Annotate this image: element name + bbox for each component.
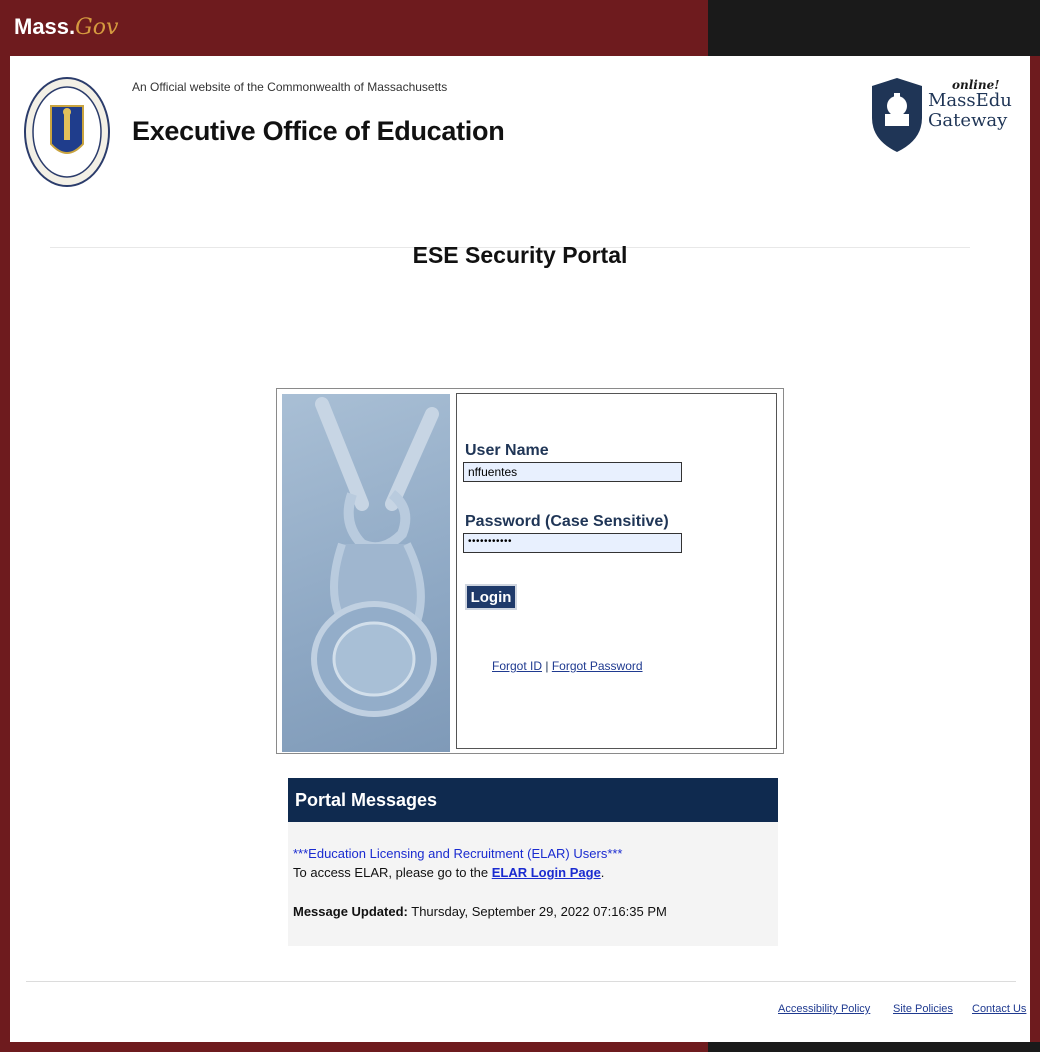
forgot-links: Forgot ID | Forgot Password (492, 659, 643, 673)
forgot-password-link[interactable]: Forgot Password (552, 659, 643, 673)
mass-gov-logo[interactable]: Mass.Gov (14, 14, 118, 40)
message-updated-label: Message Updated: (293, 904, 408, 919)
commonwealth-seal-icon (24, 77, 110, 187)
portal-messages-heading: Portal Messages (288, 778, 778, 822)
gateway-name-line1: MassEdu (928, 90, 1012, 111)
capitol-shield-icon (872, 78, 922, 152)
agency-title: Executive Office of Education (132, 116, 505, 146)
username-input[interactable]: nffuentes (463, 462, 682, 482)
password-input[interactable]: ••••••••••• (463, 533, 682, 553)
message-updated: Message Updated: Thursday, September 29,… (293, 904, 667, 919)
bottom-maroon (0, 1042, 708, 1052)
login-form: User Name nffuentes Password (Case Sensi… (456, 393, 777, 749)
accessibility-policy-link[interactable]: Accessibility Policy (778, 1003, 870, 1015)
elar-users-notice: ***Education Licensing and Recruitment (… (293, 846, 623, 861)
logo-gov-text: Gov (75, 15, 119, 40)
site-policies-link[interactable]: Site Policies (893, 1003, 953, 1015)
footer-divider (26, 981, 1016, 982)
padlock-icon (311, 397, 439, 717)
password-label: Password (Case Sensitive) (465, 513, 669, 530)
left-border (0, 56, 10, 1042)
masthead-dark (708, 0, 1040, 56)
elar-login-link[interactable]: ELAR Login Page (492, 865, 601, 880)
official-website-notice: An Official website of the Commonwealth … (132, 80, 448, 94)
elar-access-prefix: To access ELAR, please go to the (293, 865, 492, 880)
padlock-image (282, 394, 450, 752)
login-button[interactable]: Login (465, 584, 517, 610)
forgot-id-link[interactable]: Forgot ID (492, 659, 542, 673)
contact-us-link[interactable]: Contact Us (972, 1003, 1026, 1015)
elar-access-suffix: . (600, 865, 605, 880)
link-separator: | (545, 659, 549, 673)
portal-messages-body: ***Education Licensing and Recruitment (… (288, 822, 778, 946)
elar-access-text: To access ELAR, please go to the ELAR Lo… (293, 865, 604, 880)
bottom-dark (708, 1042, 1040, 1052)
gateway-name-line2: Gateway (928, 110, 1008, 131)
message-updated-value: Thursday, September 29, 2022 07:16:35 PM (407, 904, 667, 919)
login-panel: User Name nffuentes Password (Case Sensi… (276, 388, 784, 754)
username-label: User Name (465, 442, 549, 459)
page-title: ESE Security Portal (412, 242, 628, 268)
masthead-bar: Mass.Gov (0, 0, 1040, 56)
right-border (1030, 56, 1040, 1042)
massedu-gateway-logo: online! MassEdu Gateway (870, 76, 1012, 156)
bottom-bar (0, 1042, 1040, 1052)
portal-messages-panel: Portal Messages ***Education Licensing a… (288, 778, 778, 946)
logo-mass-text: Mass. (14, 14, 76, 39)
